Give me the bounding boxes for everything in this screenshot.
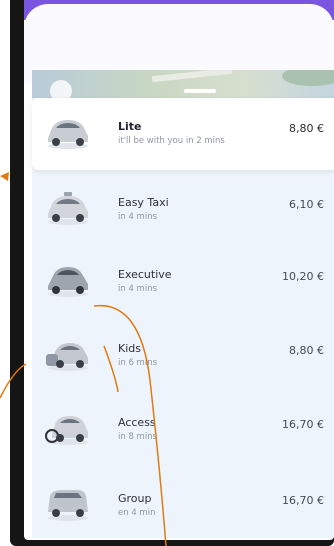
phone-frame: Lite it'll be with you in 2 mins 8,80 € (10, 0, 334, 546)
ride-price: 6,10 € (289, 198, 324, 211)
ride-eta: in 4 mins (118, 212, 158, 222)
ride-name: Executive (118, 268, 172, 281)
ride-option-text: Group en 4 min (118, 492, 155, 519)
ride-price: 8,80 € (289, 122, 324, 135)
ride-option-executive[interactable]: Executive in 4 mins 10,20 € (32, 246, 334, 318)
ride-option-text: Access in 8 mins (118, 416, 157, 443)
kids-car-icon (46, 343, 88, 371)
stage: Lite it'll be with you in 2 mins 8,80 € (0, 0, 334, 546)
ride-price: 10,20 € (282, 270, 324, 283)
annotation-arrow-head (0, 172, 9, 181)
ride-name: Lite (118, 120, 142, 133)
ride-option-text: Easy Taxi in 4 mins (118, 196, 169, 223)
ride-option-text: Executive in 4 mins (118, 268, 172, 295)
ride-name: Access (118, 416, 156, 429)
car-icon (48, 120, 88, 149)
ride-price: 8,80 € (289, 344, 324, 357)
taxi-icon (48, 192, 88, 225)
ride-eta: it'll be with you in 2 mins (118, 136, 225, 146)
ride-eta: in 6 mins (118, 358, 158, 368)
ride-option-text: Lite it'll be with you in 2 mins (118, 120, 225, 147)
map-location-marker (50, 80, 72, 98)
ride-price: 16,70 € (282, 418, 324, 431)
ride-options-list: Lite it'll be with you in 2 mins 8,80 € (32, 98, 334, 538)
ride-name: Group (118, 492, 152, 505)
access-car-icon (45, 416, 88, 445)
ride-eta: in 8 mins (118, 432, 158, 442)
ride-eta: en 4 min (118, 508, 156, 518)
ride-option-group[interactable]: Group en 4 min 16,70 € (32, 470, 334, 540)
phone-screen: Lite it'll be with you in 2 mins 8,80 € (24, 0, 334, 540)
map-road (151, 70, 233, 83)
map-water (282, 70, 334, 86)
ride-price: 16,70 € (282, 494, 324, 507)
ride-option-text: Kids in 6 mins (118, 342, 157, 369)
executive-car-icon (48, 267, 88, 297)
ride-option-access[interactable]: Access in 8 mins 16,70 € (32, 394, 334, 466)
ride-name: Kids (118, 342, 141, 355)
ride-eta: in 4 mins (118, 284, 158, 294)
ride-option-kids[interactable]: Kids in 6 mins 8,80 € (32, 320, 334, 392)
ride-option-easy-taxi[interactable]: Easy Taxi in 4 mins 6,10 € (32, 174, 334, 246)
ride-option-lite[interactable]: Lite it'll be with you in 2 mins 8,80 € (32, 98, 334, 170)
map-preview[interactable] (32, 70, 334, 98)
ride-name: Easy Taxi (118, 196, 169, 209)
van-icon (48, 490, 88, 521)
sheet-drag-handle[interactable] (184, 89, 216, 93)
